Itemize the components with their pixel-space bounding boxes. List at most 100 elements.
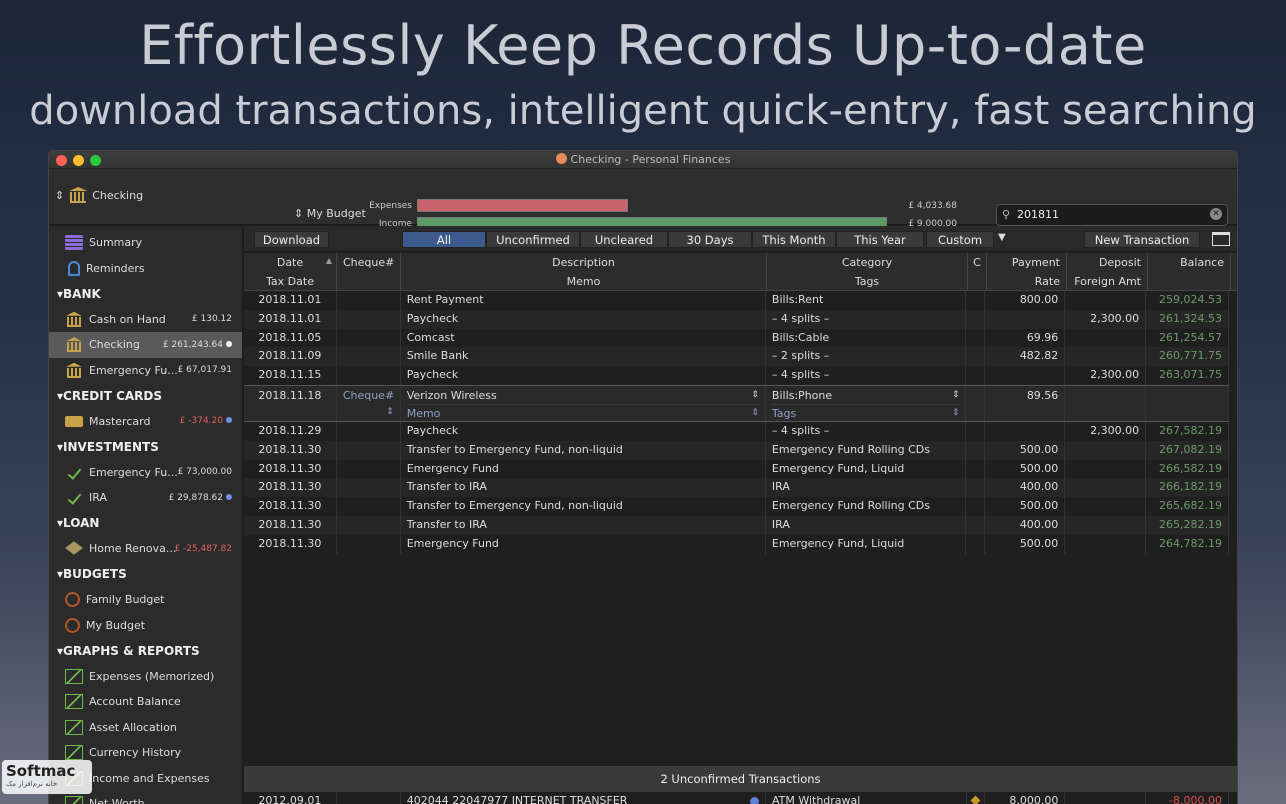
layout-toggle-icon[interactable] (1212, 232, 1230, 246)
filter-this-year[interactable]: This Year (836, 231, 924, 248)
edit-description-field[interactable]: Verizon Wireless ⇕ (407, 387, 759, 404)
cell-deposit: 2,300.00 (1065, 421, 1147, 441)
table-row[interactable]: 2018.11.30 Emergency Fund Emergency Fund, … (244, 534, 1229, 554)
table-row[interactable]: 2018.11.30 Transfer to IRA IRA 400.00 265,28… (244, 515, 1229, 535)
table-row[interactable]: 2018.11.30 Transfer to Emergency Fund, no… (244, 497, 1229, 516)
table-row[interactable]: 2018.11.09 Smile Bank – 2 splits – 482.82 26… (244, 347, 1229, 367)
cell-category: – 4 splits – (766, 421, 967, 441)
col-payment[interactable]: Payment Rate (987, 253, 1067, 291)
sidebar-section-header[interactable]: ▾ CREDIT CARDS (49, 383, 242, 409)
clear-search-icon[interactable]: ✕ (1210, 208, 1222, 220)
cell-deposit: 2,300.00 (1065, 366, 1147, 385)
custom-dropdown-icon[interactable]: ▼ (998, 232, 1006, 243)
cell-date: 2018.11.09 (244, 347, 337, 367)
cell-payment-text: 400.00 (1019, 517, 1059, 531)
sidebar-item-label: Account Balance (89, 695, 181, 709)
filter-uncleared[interactable]: Uncleared (580, 231, 668, 248)
table-row[interactable]: 2018.11.15 Paycheck – 4 splits – 2,300.00 26… (244, 366, 1229, 385)
download-button[interactable]: Download (254, 231, 329, 248)
edit-memo-field[interactable]: Memo ⇕ (406, 403, 759, 421)
edit-cell: Bills:Phone ⇕ Tags ⇕ (766, 385, 967, 421)
col-cheque[interactable]: Cheque# (337, 253, 401, 291)
transaction-edit-row[interactable]: 2018.11.18 Cheque# ⇕ Verizon Wireless ⇕ Memo ⇕… (244, 384, 1229, 422)
cell-description-text: Transfer to Emergency Fund, non-liquid (406, 499, 623, 513)
sidebar-item[interactable]: My Budget (49, 613, 242, 639)
cell-description-text: Emergency Fund (406, 536, 499, 550)
table-row[interactable]: 2018.11.30 Emergency Fund Emergency Fund, … (244, 459, 1229, 479)
filter-this-month[interactable]: This Month (752, 231, 836, 248)
sidebar-item[interactable]: Summary (49, 230, 242, 256)
col-description[interactable]: Description Memo (401, 253, 767, 291)
table-row[interactable]: 2018.11.30 Transfer to IRA IRA 400.00 266,18… (244, 478, 1229, 498)
edit-tags-field[interactable]: Tags ⇕ (771, 403, 960, 421)
sidebar-item[interactable]: Asset Allocation (49, 715, 242, 741)
cell-date: 2018.11.30 (244, 515, 337, 535)
table-row[interactable]: 2018.11.29 Paycheck – 4 splits – 2,300.00 26… (244, 421, 1229, 441)
edit-payment-field[interactable]: 89.56 (991, 387, 1059, 404)
col-deposit[interactable]: Deposit Foreign Amt (1067, 253, 1148, 291)
budget-selector[interactable]: ⇕ My Budget (294, 207, 366, 220)
account-balance-value: £ 73,000.00 (177, 467, 232, 478)
cell-cheque (337, 497, 401, 516)
unconfirmed-list: 2012.09.01 402044 22047977 INTERNET TRANS… (244, 792, 1229, 804)
table-row[interactable]: 2018.11.05 Comcast Bills:Cable 69.96 261,254… (244, 328, 1229, 348)
section-title: INVESTMENTS (63, 439, 159, 454)
bank-icon (65, 312, 83, 327)
sidebar-section-header[interactable]: ▾ GRAPHS & REPORTS (49, 638, 242, 664)
sidebar-item[interactable]: Emergency Fu... £ 73,000.00 (49, 460, 242, 486)
account-balance: £ -374.20 (180, 416, 232, 426)
account-balance-value: £ 130.12 (191, 314, 232, 325)
sidebar-section-header[interactable]: ▾ BANK (49, 281, 242, 307)
edit-cheque-field[interactable]: Cheque# ⇕ (343, 387, 394, 417)
sidebar-section-header[interactable]: ▾ LOAN (49, 511, 242, 537)
sidebar-item[interactable]: Home Renova... £ -25,487.82 (49, 536, 242, 562)
sidebar-item[interactable]: Mastercard £ -374.20 (49, 409, 242, 435)
unconfirmed-header[interactable]: 2 Unconfirmed Transactions (244, 766, 1237, 792)
col-balance[interactable]: Balance (1148, 253, 1231, 291)
cell-description: Transfer to IRA (401, 515, 766, 535)
col-category[interactable]: Category Tags (767, 253, 968, 291)
filter-all[interactable]: All (402, 231, 486, 248)
cell-description-text: Transfer to Emergency Fund, non-liquid (406, 442, 623, 456)
sidebar-item-label: Emergency Fu... (89, 465, 178, 479)
filter-custom[interactable]: Custom (926, 231, 994, 248)
cell-cleared (966, 366, 986, 385)
cell-category-text: IRA (771, 517, 790, 531)
cell-cheque (337, 792, 401, 804)
cell-date: 2018.11.05 (244, 328, 337, 348)
edit-memo-field-text: Memo (406, 406, 441, 420)
table-row[interactable]: 2018.11.30 Transfer to Emergency Fund, no… (244, 440, 1229, 460)
edit-cell: Cheque# ⇕ (337, 385, 401, 421)
sidebar-item[interactable]: Reminders (49, 256, 242, 282)
budget-icon (65, 592, 80, 608)
sidebar-item[interactable]: Family Budget (49, 587, 242, 613)
sidebar-section-header[interactable]: ▾ BUDGETS (49, 562, 242, 588)
col-date[interactable]: Date Tax Date ▲ (244, 253, 337, 291)
table-row[interactable]: 2018.11.01 Rent Payment Bills:Rent 800.00 25… (244, 291, 1229, 310)
filter-30-days[interactable]: 30 Days (668, 231, 752, 248)
edit-category-field[interactable]: Bills:Phone ⇕ (772, 387, 960, 404)
cell-cleared (966, 440, 986, 460)
sidebar-item[interactable]: Checking £ 261,243.64 (49, 332, 242, 358)
sidebar-item[interactable]: Cash on Hand £ 130.12 (49, 307, 242, 333)
filter-unconfirmed[interactable]: Unconfirmed (486, 231, 580, 248)
edit-cell (1065, 385, 1147, 421)
edit-date-field[interactable]: 2018.11.18 (250, 387, 330, 404)
sidebar-item[interactable]: Expenses (Memorized) (49, 664, 242, 690)
new-transaction-button[interactable]: New Transaction (1084, 231, 1200, 248)
col-cleared[interactable]: C (968, 253, 987, 291)
cell-payment: 400.00 (985, 478, 1066, 498)
account-selector[interactable]: ⇕ Checking (55, 187, 143, 203)
cell-deposit (1065, 291, 1147, 310)
cell-description: Transfer to IRA (401, 478, 766, 498)
cell-date: 2018.11.29 (244, 421, 337, 441)
sidebar-item[interactable]: Account Balance (49, 689, 242, 715)
expenses-bar-fill (417, 199, 628, 212)
sidebar-section-header[interactable]: ▾ INVESTMENTS (49, 434, 242, 460)
table-row[interactable]: 2012.09.01 402044 22047977 INTERNET TRANS… (244, 792, 1229, 804)
search-field[interactable]: ⚲ 201811 ✕ (996, 204, 1228, 226)
expenses-label: Expenses (369, 200, 412, 211)
sidebar-item[interactable]: IRA £ 29,878.62 (49, 485, 242, 511)
table-row[interactable]: 2018.11.01 Paycheck – 4 splits – 2,300.00 26… (244, 309, 1229, 329)
sidebar-item[interactable]: Emergency Fu... £ 67,017.91 (49, 358, 242, 384)
